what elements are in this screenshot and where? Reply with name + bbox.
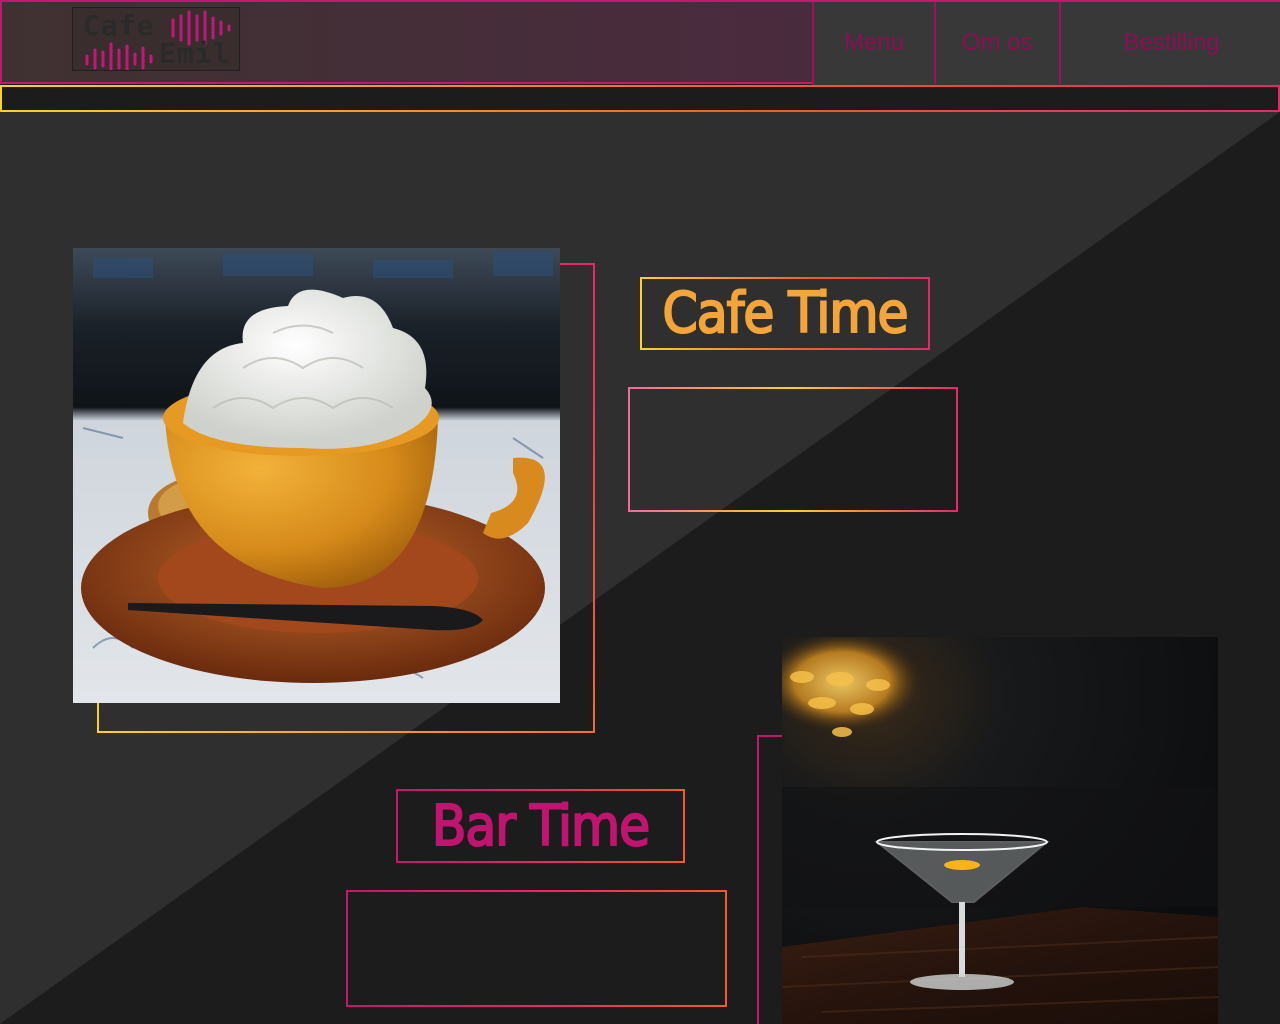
cafe-emil-logo[interactable]: Cafe Emil	[72, 7, 240, 71]
bar-time-title: Bar Time	[431, 793, 651, 860]
logo-text-line2: Emil	[159, 37, 231, 70]
cafe-time-title-box: Cafe Time	[640, 277, 930, 350]
coffee-photo	[73, 248, 560, 703]
announcement-bar	[0, 85, 1280, 112]
bar-time-title-box: Bar Time	[396, 789, 685, 863]
nav-item-bestilling[interactable]: Bestilling	[1061, 2, 1280, 82]
coffee-cup-image	[73, 248, 560, 703]
cafe-time-description-box	[628, 387, 958, 512]
nav-item-menu[interactable]: Menu	[814, 2, 934, 82]
site-header: Cafe Emil Menu Om os Bestilling	[0, 0, 1280, 86]
cocktail-photo	[782, 637, 1218, 1024]
bar-time-description-box	[346, 890, 727, 1007]
logo-text-line1: Cafe	[83, 9, 155, 42]
martini-glass-image	[782, 637, 1218, 1024]
cafe-time-title: Cafe Time	[662, 280, 910, 347]
nav-item-om-os[interactable]: Om os	[936, 2, 1058, 82]
